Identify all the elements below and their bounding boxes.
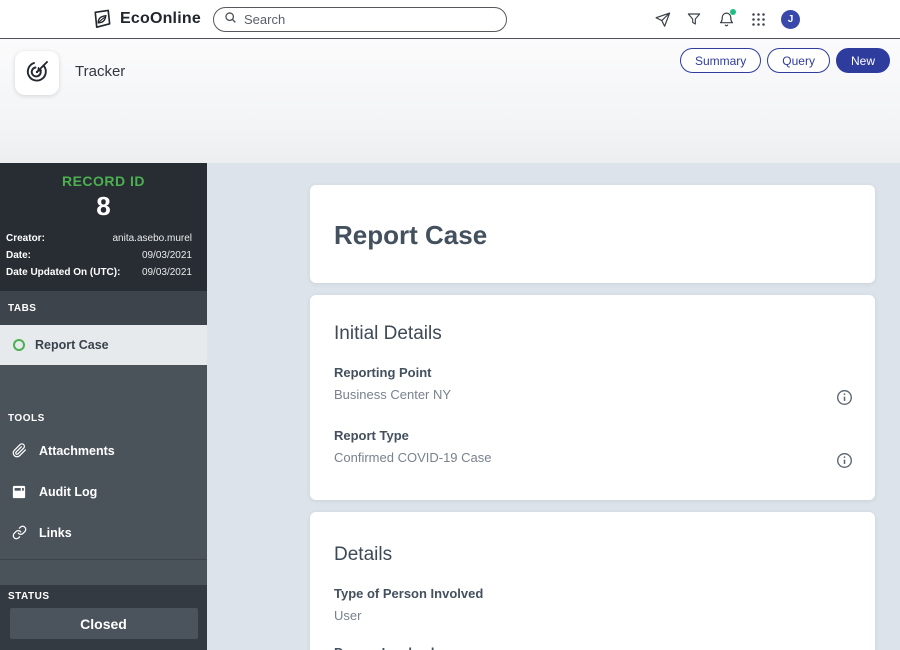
field-value: Business Center NY	[334, 387, 452, 402]
record-meta-value: 09/03/2021	[141, 267, 192, 278]
details-card: Details Type of Person Involved User Per…	[310, 512, 875, 650]
tab-label: Report Case	[35, 338, 109, 352]
ecoonline-logo-icon	[90, 8, 113, 31]
field-label: Reporting Point	[334, 365, 432, 380]
field-value: Confirmed COVID-19 Case	[334, 450, 492, 465]
record-summary: RECORD ID 8 Creator: anita.asebo.murel D…	[0, 163, 207, 291]
tracker-app-tile	[15, 51, 59, 95]
field-value: User	[334, 608, 362, 623]
tool-label: Attachments	[39, 443, 115, 458]
section-title: Initial Details	[334, 323, 442, 344]
main-content: Report Case Initial Details Reporting Po…	[207, 163, 900, 650]
tab-status-circle-icon	[13, 339, 25, 351]
send-icon[interactable]	[653, 10, 671, 28]
sidebar-item-audit-log[interactable]: Audit Log	[0, 471, 207, 512]
app-bar: Tracker Summary Query New	[0, 39, 900, 163]
query-button[interactable]: Query	[767, 48, 830, 73]
field-person-involved: Person Involved	[334, 645, 851, 650]
apps-grid-icon[interactable]	[749, 10, 767, 28]
record-meta-row: Creator: anita.asebo.murel	[0, 230, 207, 247]
search-icon	[224, 11, 237, 29]
field-label: Person Involved	[334, 645, 851, 650]
tool-label: Links	[39, 525, 72, 540]
audit-log-icon	[11, 484, 27, 500]
tabs-section-heading: TABS	[0, 291, 207, 325]
summary-button[interactable]: Summary	[679, 48, 762, 73]
page-body: RECORD ID 8 Creator: anita.asebo.murel D…	[0, 163, 900, 650]
page-title: Report Case	[334, 220, 488, 250]
record-meta-value: anita.asebo.murel	[112, 233, 193, 244]
record-id-heading: RECORD ID	[61, 173, 146, 189]
tools-section-heading: TOOLS	[8, 413, 45, 424]
record-meta-row: Date Updated On (UTC): 09/03/2021	[0, 264, 207, 281]
initial-details-card: Initial Details Reporting Point Business…	[310, 295, 875, 500]
record-meta-row: Date: 09/03/2021	[0, 247, 207, 264]
info-icon[interactable]	[836, 389, 853, 406]
record-meta-value: 09/03/2021	[141, 250, 192, 261]
notification-dot	[730, 9, 736, 15]
top-header: EcoOnline Search J	[0, 0, 900, 39]
header-actions: J	[653, 9, 800, 29]
status-section: STATUS Closed	[0, 585, 207, 650]
info-icon[interactable]	[836, 452, 853, 469]
section-title: Details	[334, 544, 393, 565]
filter-icon[interactable]	[685, 10, 703, 28]
status-section-heading: STATUS	[8, 591, 50, 602]
new-button[interactable]: New	[835, 48, 890, 73]
record-meta-label: Date:	[6, 250, 32, 261]
paperclip-icon	[11, 443, 27, 459]
field-label: Report Type	[334, 428, 409, 443]
search-bar[interactable]	[213, 7, 507, 32]
tools-divider	[0, 559, 207, 560]
field-report-type: Report Type Confirmed COVID-19 Case	[334, 428, 853, 469]
field-type-of-person-involved: Type of Person Involved User	[334, 586, 851, 623]
link-icon	[11, 525, 27, 541]
record-meta-label: Creator:	[6, 233, 45, 244]
sidebar: RECORD ID 8 Creator: anita.asebo.murel D…	[0, 163, 207, 650]
search-input[interactable]	[244, 12, 496, 27]
user-avatar[interactable]: J	[781, 9, 800, 29]
notifications-bell-icon[interactable]	[717, 9, 736, 28]
tracker-target-icon	[23, 57, 51, 90]
tool-label: Audit Log	[39, 484, 98, 499]
field-label: Type of Person Involved	[334, 586, 484, 601]
app-title: Tracker	[75, 63, 126, 80]
sidebar-item-attachments[interactable]: Attachments	[0, 430, 207, 471]
sidebar-tab-report-case[interactable]: Report Case	[0, 325, 207, 365]
record-id-value: 8	[96, 191, 111, 221]
brand: EcoOnline	[90, 8, 201, 31]
field-reporting-point: Reporting Point Business Center NY	[334, 365, 853, 406]
record-meta-label: Date Updated On (UTC):	[6, 267, 121, 278]
brand-name: EcoOnline	[120, 10, 201, 27]
page-title-card: Report Case	[310, 185, 875, 283]
status-closed-button[interactable]: Closed	[9, 608, 198, 639]
app-actions: Summary Query New	[679, 48, 890, 73]
tools-section: TOOLS Attachments Audit Log Links	[0, 365, 207, 585]
sidebar-item-links[interactable]: Links	[0, 512, 207, 553]
